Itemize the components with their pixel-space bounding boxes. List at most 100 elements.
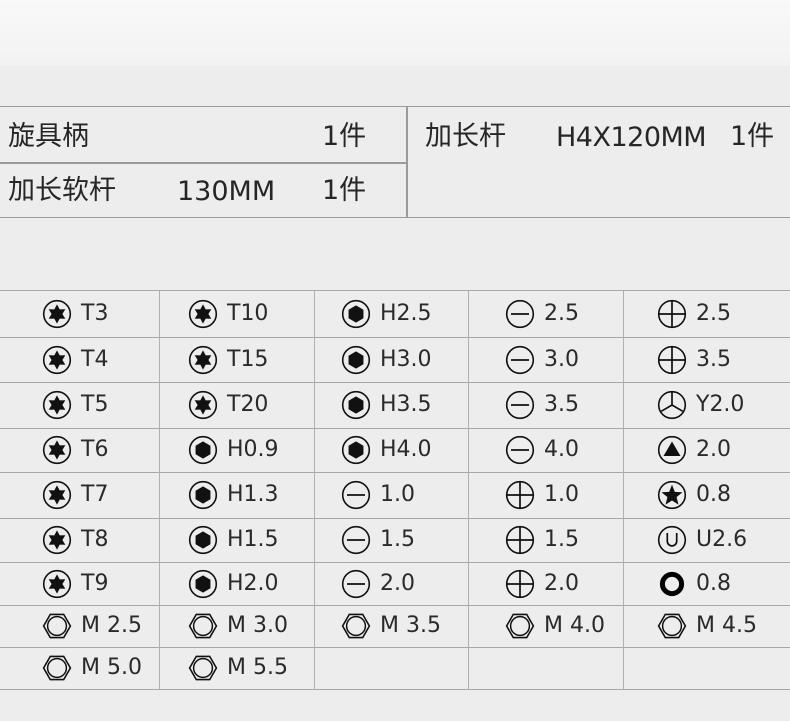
bit-label: Y2.0 <box>696 392 745 417</box>
hex-nut-icon <box>341 613 371 639</box>
table-divider <box>406 107 408 217</box>
bit-label: H2.0 <box>227 570 279 596</box>
bit-cell: M 3.5 <box>341 605 441 647</box>
bit-cell: M 4.5 <box>657 605 757 647</box>
grid-col-line <box>159 291 161 689</box>
bit-cell: H3.0 <box>341 337 432 382</box>
hex-socket-icon <box>188 569 218 598</box>
bit-cell: H2.0 <box>188 562 279 605</box>
hex-socket-icon <box>341 345 371 374</box>
hex-nut-icon <box>657 613 687 639</box>
torx-star-icon <box>188 390 218 420</box>
bit-label: M 5.5 <box>227 655 288 680</box>
hex-nut-icon <box>42 655 72 681</box>
hex-socket-icon <box>341 435 371 465</box>
bit-label: 3.0 <box>544 346 579 372</box>
bit-cell: 0.8 <box>657 562 731 605</box>
bit-cell: H4.0 <box>341 428 432 472</box>
flex-shaft-name: 加长软杆 <box>8 175 116 206</box>
slotted-icon <box>341 480 371 510</box>
bit-label: M 5.0 <box>81 655 142 680</box>
torx-star-icon <box>42 525 72 555</box>
hex-nut-icon <box>42 613 72 639</box>
bit-cell: H2.5 <box>341 291 432 337</box>
bit-cell: T8 <box>42 518 108 562</box>
bit-cell: T7 <box>42 472 108 518</box>
bit-label: 2.5 <box>544 301 579 326</box>
torx-star-icon <box>42 299 72 329</box>
bit-label: T4 <box>81 346 109 372</box>
bit-label: M 2.5 <box>81 613 142 638</box>
bit-cell: H3.5 <box>341 382 432 428</box>
torx-star-icon <box>42 569 72 598</box>
bit-label: H1.5 <box>227 527 279 552</box>
phillips-icon <box>657 299 687 329</box>
slotted-icon <box>341 525 371 555</box>
bit-cell: T5 <box>42 382 108 428</box>
extension-bar-spec: H4X120MM <box>556 122 707 153</box>
bit-label: 4.0 <box>544 437 579 462</box>
torx-star-icon <box>42 345 72 374</box>
bit-label: M 3.0 <box>227 613 288 638</box>
bit-cell: H1.5 <box>188 518 279 562</box>
bit-cell: 2.0 <box>505 562 579 605</box>
bit-cell: M 4.0 <box>505 605 605 647</box>
hex-nut-icon <box>505 613 535 639</box>
table-divider <box>0 162 406 164</box>
torx-star-icon <box>188 345 218 374</box>
bit-label: 1.5 <box>544 527 579 552</box>
bit-label: H4.0 <box>380 437 432 462</box>
extension-bar-qty: 1件 <box>730 121 775 152</box>
bit-label: T3 <box>81 301 109 326</box>
bit-label: 3.5 <box>696 346 731 372</box>
top-band <box>0 0 790 66</box>
hex-socket-icon <box>341 390 371 420</box>
grid-col-line <box>314 291 316 689</box>
bit-cell: Y2.0 <box>657 382 744 428</box>
bit-label: H3.5 <box>380 392 432 417</box>
bit-label: M 4.0 <box>544 613 605 638</box>
flex-shaft-spec: 130MM <box>177 176 276 207</box>
bit-label: 3.5 <box>544 392 579 417</box>
bit-cell: H1.3 <box>188 472 279 518</box>
torx-star-icon <box>188 299 218 329</box>
bit-cell: M 2.5 <box>42 605 142 647</box>
bit-label: T5 <box>81 392 109 417</box>
hex-nut-icon <box>188 613 218 639</box>
handle-name: 旋具柄 <box>8 121 89 152</box>
bit-label: H1.3 <box>227 482 279 507</box>
bit-cell: 2.0 <box>657 428 731 472</box>
bit-label: H2.5 <box>380 301 432 326</box>
bit-label: M 4.5 <box>696 613 757 638</box>
slotted-icon <box>505 435 535 465</box>
bit-cell: 2.5 <box>657 291 731 337</box>
phillips-icon <box>505 480 535 510</box>
bit-cell: H0.9 <box>188 428 279 472</box>
bit-grid: T3 T10 H2.5 2.5 2.5 T4 T15 H3.0 3.0 3.5 T5 T20 H3.5 3… <box>0 290 790 691</box>
bit-cell: T10 <box>188 291 268 337</box>
bit-cell: T15 <box>188 337 268 382</box>
bit-label: H0.9 <box>227 437 279 462</box>
bit-label: 2.0 <box>544 570 579 596</box>
slotted-icon <box>341 569 371 598</box>
torx-star-icon <box>42 435 72 465</box>
grid-col-line <box>623 291 625 689</box>
slotted-icon <box>505 345 535 374</box>
bit-cell: 3.0 <box>505 337 579 382</box>
bit-cell: T20 <box>188 382 268 428</box>
bit-label: M 3.5 <box>380 613 441 638</box>
bit-label: T8 <box>81 527 109 552</box>
handle-qty: 1件 <box>322 121 367 152</box>
hex-socket-icon <box>341 299 371 329</box>
bit-label: T10 <box>227 301 269 326</box>
bit-cell: 3.5 <box>505 382 579 428</box>
bit-label: T20 <box>227 392 269 417</box>
hex-nut-icon <box>188 655 218 681</box>
grid-row-line <box>0 689 790 691</box>
ring-icon <box>659 571 685 596</box>
bit-label: 2.0 <box>696 437 731 462</box>
extension-bar-name: 加长杆 <box>425 121 506 152</box>
bit-cell: 2.5 <box>505 291 579 337</box>
bit-cell: T9 <box>42 562 108 605</box>
bit-cell: M 5.0 <box>42 647 142 689</box>
